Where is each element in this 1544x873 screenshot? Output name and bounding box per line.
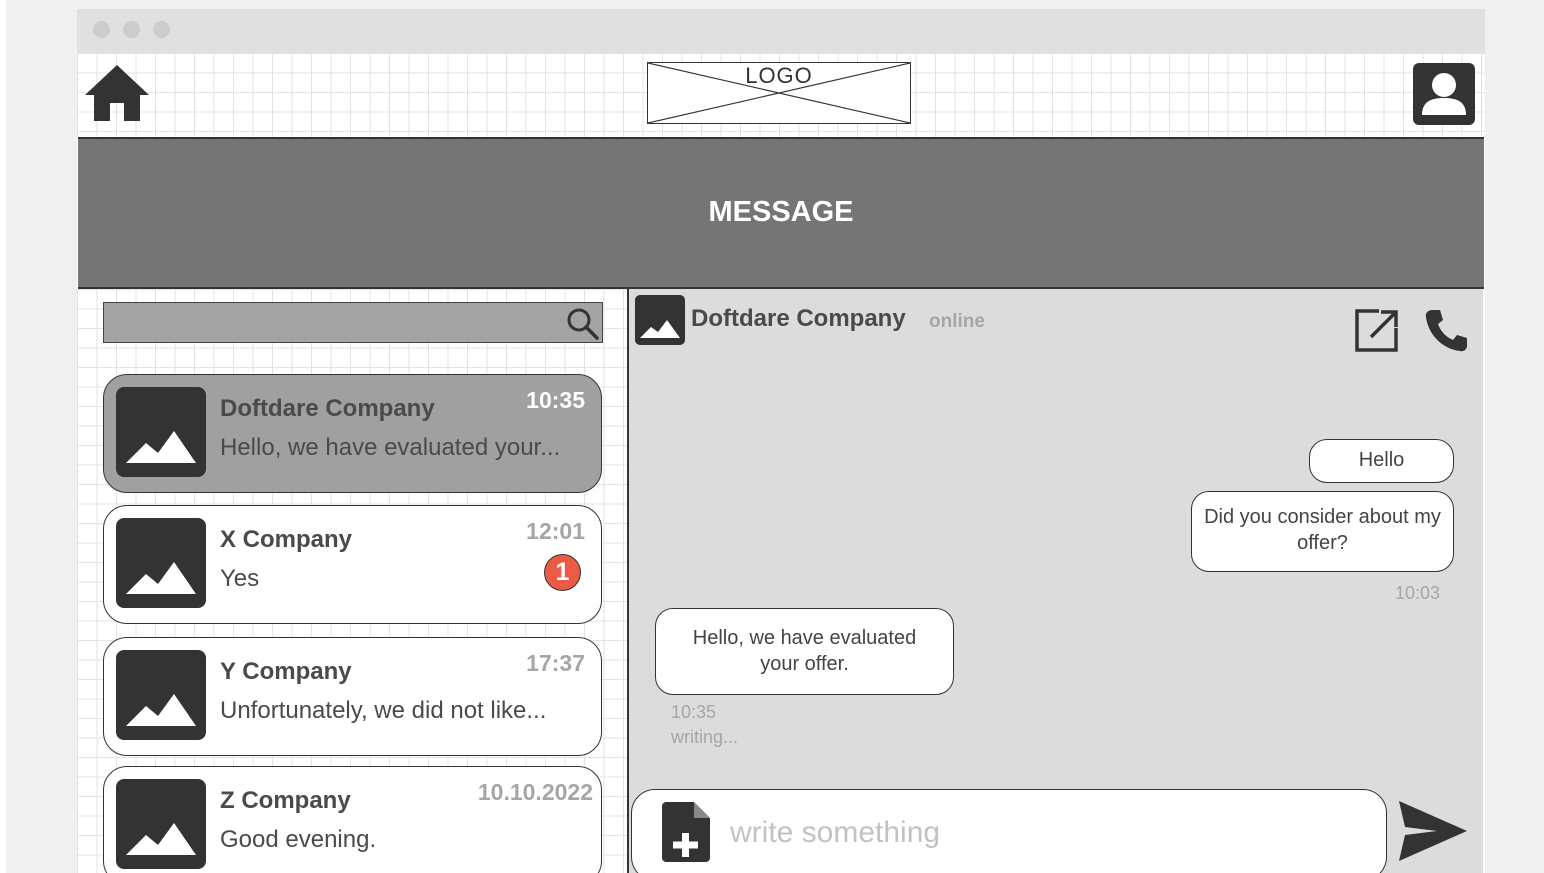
conversation-preview: Hello, we have evaluated your... (220, 434, 561, 461)
attach-file-icon[interactable] (660, 800, 712, 864)
conversation-item-doftdare[interactable]: Doftdare Company Hello, we have evaluate… (103, 374, 602, 493)
unread-badge: 1 (544, 554, 581, 591)
home-icon[interactable] (83, 63, 151, 125)
conversation-name: Z Company (220, 787, 351, 814)
message-bubble-received: Hello, we have evaluated your offer. (655, 608, 954, 695)
conversation-preview: Yes (220, 565, 260, 592)
window-dot-maximize[interactable] (153, 21, 170, 38)
chat-contact-name: Doftdare Company (691, 305, 906, 332)
image-placeholder-icon (116, 518, 206, 608)
profile-icon[interactable] (1413, 63, 1475, 125)
message-time-sent: 10:03 (1395, 583, 1441, 603)
image-placeholder-icon (116, 387, 206, 477)
conversation-item-x[interactable]: X Company Yes 12:01 1 (103, 505, 602, 624)
conversation-preview: Good evening. (220, 826, 377, 853)
window-titlebar (77, 9, 1485, 53)
conversation-time: 17:37 (526, 650, 585, 676)
message-composer (631, 789, 1387, 873)
conversation-time: 10:35 (526, 387, 585, 413)
conversation-list-panel: Doftdare Company Hello, we have evaluate… (77, 289, 627, 873)
search-box (103, 302, 603, 343)
chat-panel: Doftdare Company online Hello Did you co… (627, 289, 1483, 873)
typing-indicator: writing... (671, 727, 739, 747)
browser-window: LOGO MESSAGE Doftdare Company Hello, we … (77, 9, 1485, 873)
external-link-icon[interactable] (1353, 306, 1401, 354)
logo: LOGO (647, 62, 911, 124)
image-placeholder-icon (116, 779, 206, 869)
phone-icon[interactable] (1422, 306, 1470, 354)
message-bubble-sent: Did you consider about my offer? (1191, 491, 1454, 572)
conversation-item-y[interactable]: Y Company Unfortunately, we did not like… (103, 637, 602, 756)
message-bubble-sent: Hello (1309, 439, 1454, 483)
logo-text: LOGO (745, 63, 813, 88)
image-placeholder-icon (635, 295, 685, 345)
page-header: MESSAGE (78, 137, 1484, 289)
window-dot-close[interactable] (93, 21, 110, 38)
conversation-name: Y Company (220, 658, 352, 685)
search-icon[interactable] (564, 305, 600, 341)
conversation-item-z[interactable]: Z Company Good evening. 10.10.2022 (103, 766, 602, 873)
page-title: MESSAGE (708, 196, 854, 228)
conversation-time: 10.10.2022 (477, 779, 593, 805)
page-margin-right (1485, 0, 1544, 873)
send-icon[interactable] (1397, 799, 1469, 863)
conversation-name: X Company (220, 526, 353, 553)
message-time-received: 10:35 (671, 702, 717, 722)
message-input[interactable] (728, 812, 1352, 854)
conversation-preview: Unfortunately, we did not like... (220, 697, 547, 724)
image-placeholder-icon (116, 650, 206, 740)
search-input[interactable] (110, 307, 554, 339)
chat-contact-status: online (929, 311, 985, 332)
page-margin-left (0, 0, 6, 873)
conversation-time: 12:01 (526, 518, 585, 544)
conversation-name: Doftdare Company (220, 395, 435, 422)
window-dot-minimize[interactable] (123, 21, 140, 38)
top-navbar: LOGO (77, 53, 1485, 137)
